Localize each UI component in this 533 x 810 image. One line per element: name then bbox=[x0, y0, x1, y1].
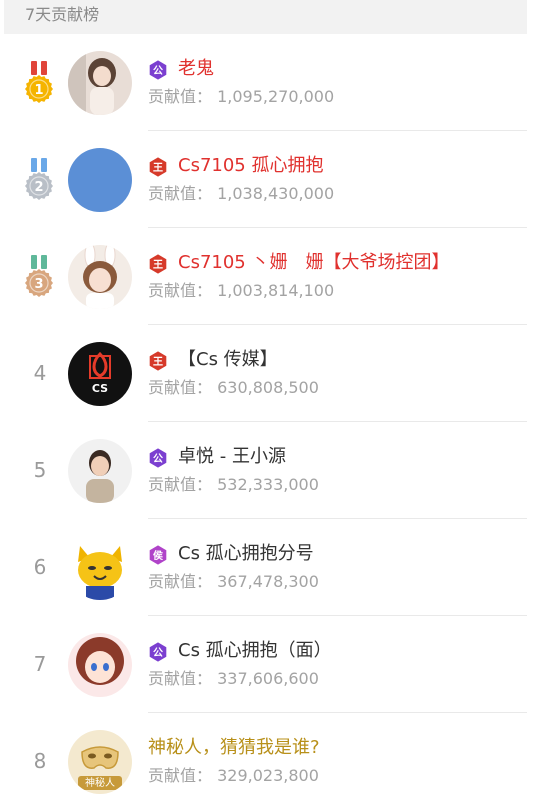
girl-bunny-avatar[interactable] bbox=[68, 245, 132, 309]
rank-number: 8 bbox=[33, 749, 47, 773]
contribution-value: 贡献值： 1,038,430,000 bbox=[148, 181, 334, 207]
contribution-value: 贡献值： 367,478,300 bbox=[148, 569, 319, 595]
anime-girl-avatar[interactable] bbox=[68, 633, 132, 697]
user-name[interactable]: 老鬼 bbox=[178, 55, 214, 83]
rank-1-medal-icon: 1 bbox=[22, 61, 56, 105]
leaderboard-row[interactable]: 4 CS 王【Cs 传媒】 贡献值： 630,808,500 bbox=[0, 325, 533, 422]
contribution-value: 贡献值： 337,606,600 bbox=[148, 666, 319, 692]
contribution-amount: 532,333,000 bbox=[212, 475, 319, 494]
rank-3-medal-icon: 3 bbox=[22, 255, 56, 299]
avatar-caption: 神秘人 bbox=[85, 778, 115, 789]
rank-number: 5 bbox=[33, 458, 47, 482]
svg-text:王: 王 bbox=[153, 356, 163, 368]
contribution-amount: 1,003,814,100 bbox=[212, 281, 335, 300]
svg-text:王: 王 bbox=[153, 259, 163, 271]
user-name[interactable]: 【Cs 传媒】 bbox=[178, 346, 278, 374]
mystery-mask-avatar[interactable]: 神秘人 bbox=[68, 730, 132, 794]
contribution-amount: 1,038,430,000 bbox=[212, 184, 335, 203]
svg-text:公: 公 bbox=[153, 453, 163, 465]
leaderboard-row[interactable]: 8 神秘人 神秘人，猜猜我是谁? 贡献值： 329,023,800 bbox=[0, 713, 533, 810]
leaderboard-row[interactable]: 7 公 Cs 孤心拥抱（面） 贡献值： 337,606,600 bbox=[0, 616, 533, 713]
leaderboard-row[interactable]: 2 王 Cs7105 孤心拥抱 贡献值： 1,038,430,000 bbox=[0, 131, 533, 228]
svg-text:3: 3 bbox=[34, 277, 43, 292]
gong-icon: 公 bbox=[148, 448, 168, 468]
contribution-label: 贡献值： bbox=[148, 87, 213, 106]
wang-icon: 王 bbox=[148, 351, 168, 371]
leaderboard-title: 7天贡献榜 bbox=[25, 5, 100, 24]
contribution-amount: 1,095,270,000 bbox=[212, 87, 335, 106]
contribution-label: 贡献值： bbox=[148, 669, 213, 688]
contribution-amount: 329,023,800 bbox=[212, 766, 319, 785]
contribution-value: 贡献值： 532,333,000 bbox=[148, 472, 319, 498]
man-photo-avatar[interactable] bbox=[68, 439, 132, 503]
svg-text:1: 1 bbox=[34, 83, 43, 98]
contribution-amount: 630,808,500 bbox=[212, 378, 319, 397]
leaderboard-row[interactable]: 5 公卓悦 - 王小源 贡献值： 532,333,000 bbox=[0, 422, 533, 519]
contribution-label: 贡献值： bbox=[148, 184, 213, 203]
rank-number: 6 bbox=[33, 555, 47, 579]
user-name[interactable]: 神秘人，猜猜我是谁? bbox=[148, 734, 320, 762]
gong-icon: 公 bbox=[148, 642, 168, 662]
svg-text:公: 公 bbox=[153, 647, 163, 659]
contribution-label: 贡献值： bbox=[148, 475, 213, 494]
svg-text:2: 2 bbox=[34, 180, 43, 195]
svg-text:公: 公 bbox=[153, 65, 163, 77]
rank-number: 7 bbox=[33, 652, 47, 676]
contribution-value: 贡献值： 630,808,500 bbox=[148, 375, 319, 401]
wang-icon: 王 bbox=[148, 157, 168, 177]
user-name[interactable]: 卓悦 - 王小源 bbox=[178, 443, 286, 471]
user-name[interactable]: Cs 孤心拥抱（面） bbox=[178, 637, 332, 665]
wang-icon: 王 bbox=[148, 254, 168, 274]
contribution-label: 贡献值： bbox=[148, 766, 213, 785]
svg-text:王: 王 bbox=[153, 162, 163, 174]
blue-circle-avatar[interactable] bbox=[68, 148, 132, 212]
leaderboard-header: 7天贡献榜 bbox=[4, 0, 527, 34]
cs-media-logo-avatar[interactable]: CS bbox=[68, 342, 132, 406]
user-name[interactable]: Cs7105 孤心拥抱 bbox=[178, 152, 323, 180]
contribution-amount: 367,478,300 bbox=[212, 572, 319, 591]
contribution-label: 贡献值： bbox=[148, 378, 213, 397]
contribution-value: 贡献值： 1,003,814,100 bbox=[148, 278, 334, 304]
contribution-value: 贡献值： 1,095,270,000 bbox=[148, 84, 334, 110]
contribution-amount: 337,606,600 bbox=[212, 669, 319, 688]
user-name[interactable]: Cs 孤心拥抱分号 bbox=[178, 540, 314, 568]
svg-text:侯: 侯 bbox=[153, 549, 164, 562]
hou-icon: 侯 bbox=[148, 545, 168, 565]
leaderboard-row[interactable]: 6 侯 Cs 孤心拥抱分号 贡献值： 367,478,300 bbox=[0, 519, 533, 616]
leaderboard-row[interactable]: 3 王 Cs7105 丶姗 姗【大爷场控团】 贡献值： 1,003,814,100 bbox=[0, 228, 533, 325]
contribution-value: 贡献值： 329,023,800 bbox=[148, 763, 319, 789]
contribution-label: 贡献值： bbox=[148, 281, 213, 300]
cartoon-cat-avatar[interactable] bbox=[68, 536, 132, 600]
rank-2-medal-icon: 2 bbox=[22, 158, 56, 202]
contribution-label: 贡献值： bbox=[148, 572, 213, 591]
svg-text:CS: CS bbox=[92, 382, 108, 395]
leaderboard-list: 1 公老鬼 贡献值： 1,095,270,000 2 王 Cs7105 孤心拥抱 贡献值： … bbox=[0, 34, 533, 810]
rank-number: 4 bbox=[33, 361, 47, 385]
gong-icon: 公 bbox=[148, 60, 168, 80]
girl-photo-avatar[interactable] bbox=[68, 51, 132, 115]
leaderboard-row[interactable]: 1 公老鬼 贡献值： 1,095,270,000 bbox=[0, 34, 533, 131]
user-name[interactable]: Cs7105 丶姗 姗【大爷场控团】 bbox=[178, 249, 449, 277]
